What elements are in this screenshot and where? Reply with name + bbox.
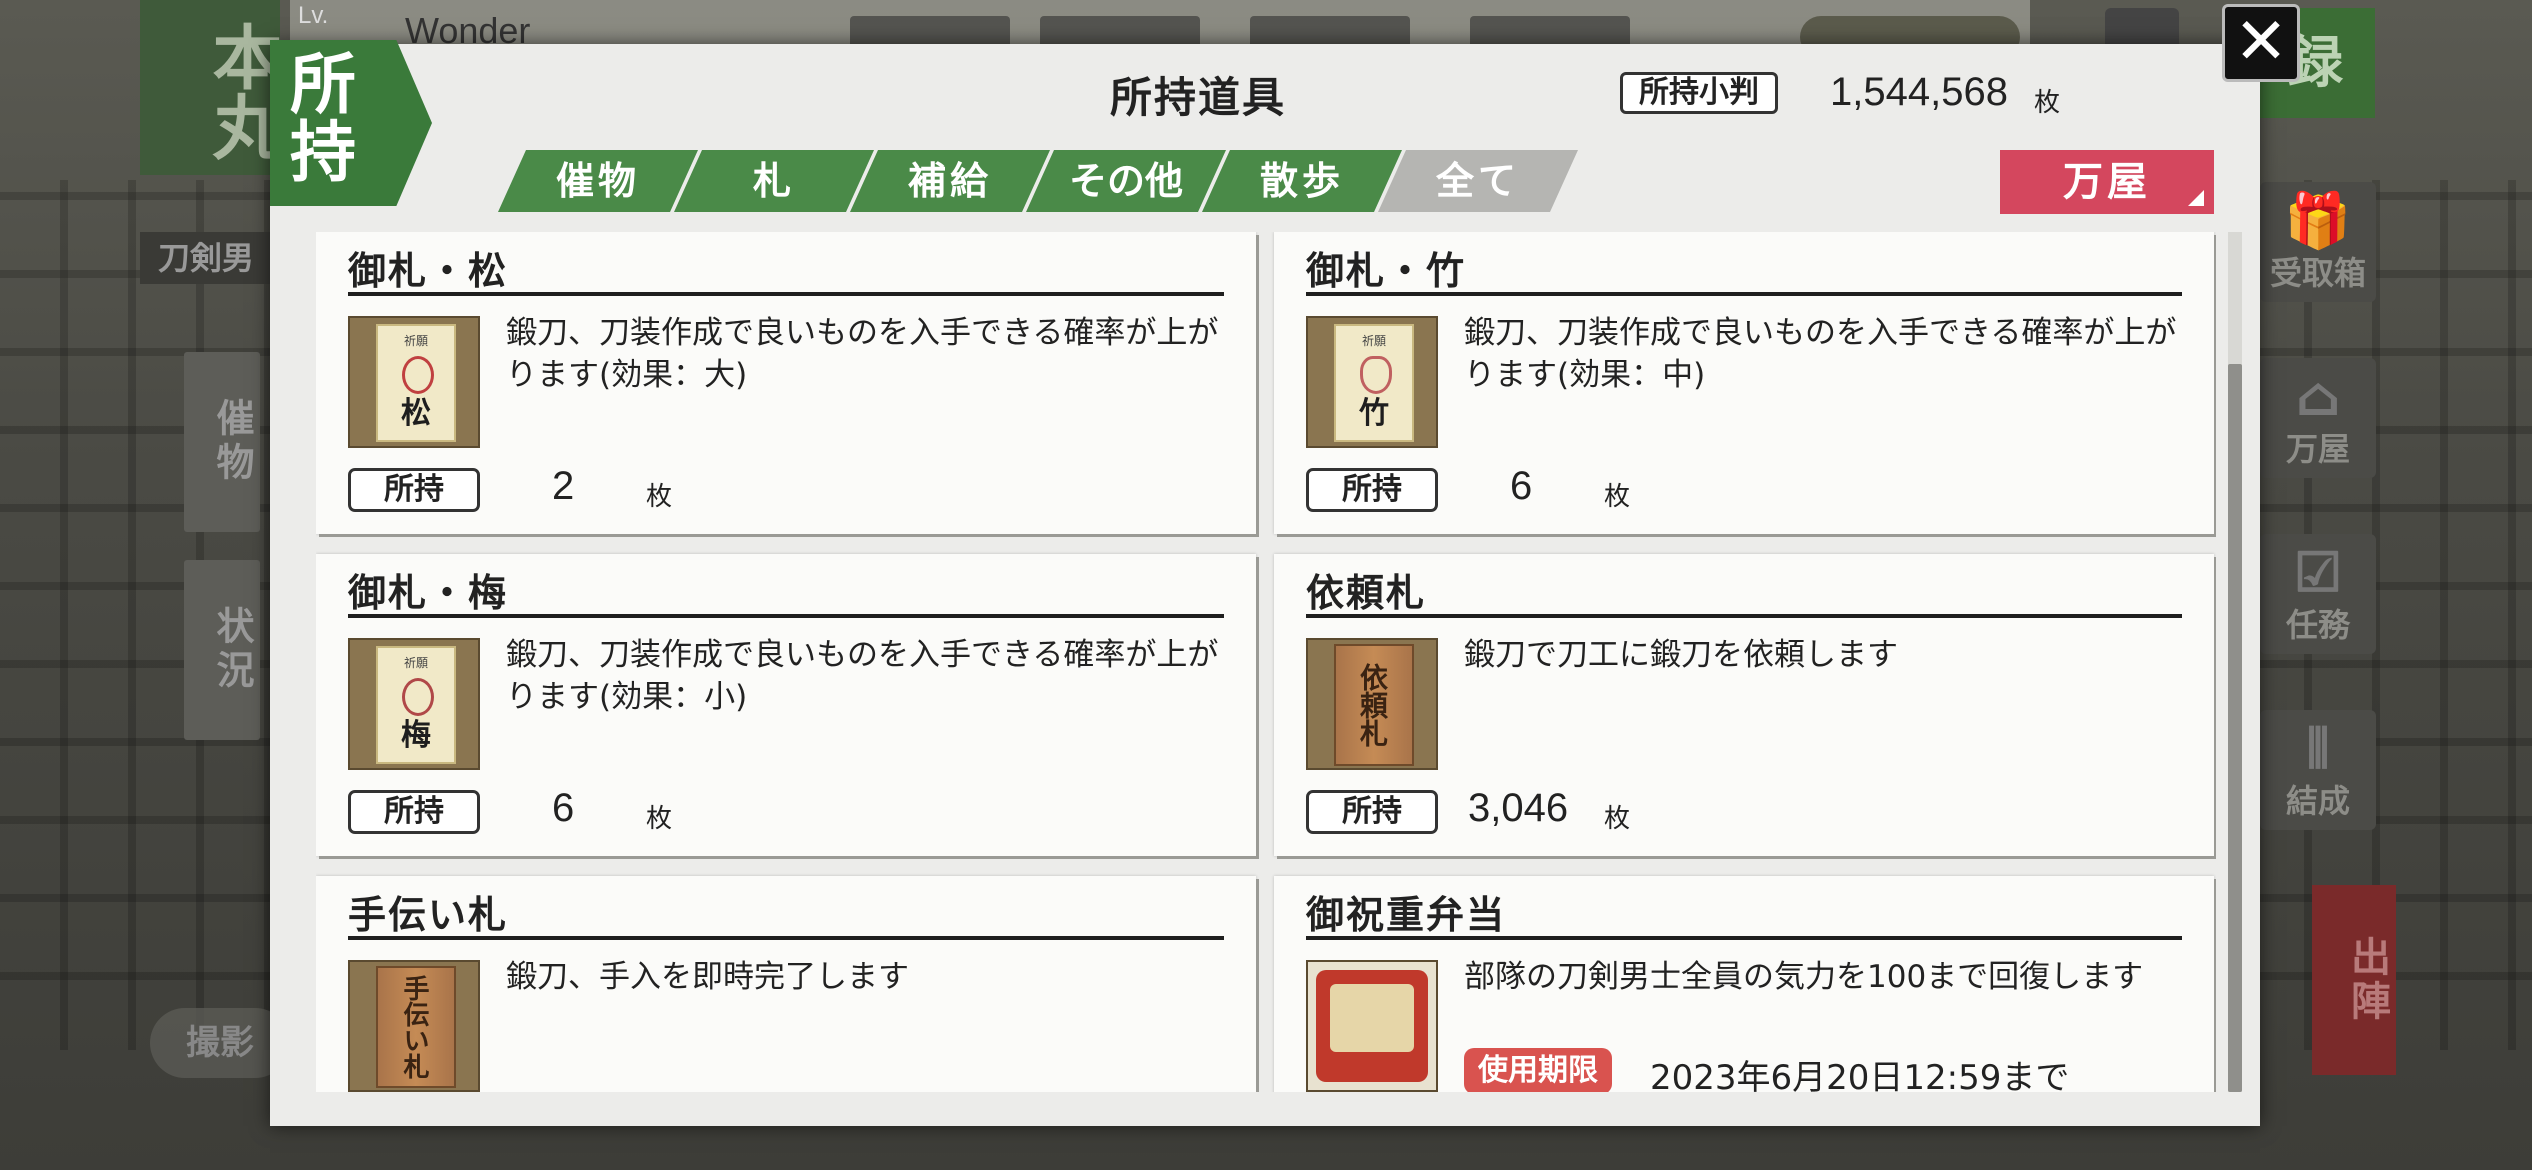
- item-thumbnail: 祈願 竹: [1306, 316, 1438, 448]
- item-description: 鍛刀、手入を即時完了します: [506, 959, 909, 995]
- bento-image: [1316, 970, 1428, 1082]
- divider: [1306, 292, 2182, 296]
- item-thumbnail: 手伝い札: [348, 960, 480, 1092]
- item-grid[interactable]: 御札・松 祈願 松 鍛刀、刀装作成で良いものを入手できる確率が上がります(効果：…: [316, 232, 2216, 1092]
- shop-icon: ⌂: [2295, 364, 2341, 428]
- side-button-inbox[interactable]: 🎁 受取箱: [2260, 182, 2376, 302]
- item-name: 御祝重弁当: [1306, 892, 1507, 937]
- side-button-missions[interactable]: ☑ 任務: [2260, 534, 2376, 654]
- item-description: 鍛刀、刀装作成で良いものを入手できる確率が上がります(効果：小): [506, 637, 1219, 715]
- honmaru-label: 本丸: [140, 0, 284, 175]
- side-button-label: 結成: [2285, 782, 2350, 820]
- tab-other[interactable]: その他: [1026, 150, 1226, 212]
- ofuda-image: 祈願 梅: [376, 646, 456, 764]
- tab-fuda[interactable]: 札: [674, 150, 874, 212]
- side-button-shop[interactable]: ⌂ 万屋: [2260, 358, 2376, 478]
- owned-count: 2: [552, 464, 575, 508]
- modal-badge-text: 所持: [290, 45, 356, 191]
- ofuda-top-text: 祈願: [403, 334, 428, 348]
- owned-count: 6: [552, 786, 575, 830]
- owned-count: 6: [1510, 464, 1533, 508]
- item-description: 鍛刀で刀工に鍛刀を依頼します: [1464, 637, 1898, 673]
- tab-all[interactable]: 全て: [1378, 150, 1578, 212]
- shop-button[interactable]: 万屋: [2000, 150, 2214, 214]
- close-icon[interactable]: ✕: [2222, 4, 2300, 82]
- ofuda-char: 松: [401, 396, 431, 431]
- divider: [348, 614, 1224, 618]
- owned-label: 所持: [1306, 468, 1438, 512]
- ofuda-char: 竹: [1359, 396, 1389, 431]
- modal-bottom-edge: [270, 1092, 2260, 1126]
- side-button-status[interactable]: 状況: [184, 560, 260, 740]
- level-label: Lv.: [298, 2, 329, 29]
- owned-unit: 枚: [646, 482, 673, 512]
- sortie-button[interactable]: 出陣: [2312, 885, 2396, 1075]
- ofuda-image: 祈願 竹: [1334, 324, 1414, 442]
- koban-value: 1,544,568: [1830, 70, 2008, 114]
- side-button-label: 万屋: [2285, 430, 2350, 468]
- side-button-label: 受取箱: [2269, 254, 2366, 292]
- item-name: 御札・松: [348, 248, 509, 293]
- divider: [348, 936, 1224, 940]
- side-button-events[interactable]: 催物: [184, 352, 260, 532]
- touken-danshi-tab[interactable]: 刀剣男: [140, 232, 272, 284]
- item-card[interactable]: 依頼札 依頼札 鍛刀で刀工に鍛刀を依頼します 所持 3,046 枚: [1274, 554, 2214, 856]
- ofuda-top-text: 祈願: [403, 656, 428, 670]
- item-card[interactable]: 御札・松 祈願 松 鍛刀、刀装作成で良いものを入手できる確率が上がります(効果：…: [316, 232, 1256, 534]
- item-card[interactable]: 御札・竹 祈願 竹 鍛刀、刀装作成で良いものを入手できる確率が上がります(効果：…: [1274, 232, 2214, 534]
- item-card[interactable]: 手伝い札 手伝い札 鍛刀、手入を即時完了します: [316, 876, 1256, 1092]
- item-name: 手伝い札: [348, 892, 509, 937]
- divider: [1306, 936, 2182, 940]
- photo-button[interactable]: 撮影: [150, 1008, 290, 1078]
- owned-label: 所持: [348, 468, 480, 512]
- item-description: 鍛刀、刀装作成で良いものを入手できる確率が上がります(効果：中): [1464, 315, 2177, 393]
- modal-title: 所持道具: [1110, 73, 1287, 122]
- scrollbar-thumb[interactable]: [2228, 364, 2242, 1092]
- tab-supply[interactable]: 補給: [850, 150, 1050, 212]
- expiry-badge: 使用期限: [1464, 1048, 1612, 1092]
- corner-triangle-icon: [2188, 190, 2204, 206]
- item-thumbnail: 依頼札: [1306, 638, 1438, 770]
- tab-events[interactable]: 催物: [498, 150, 698, 212]
- item-card[interactable]: 御札・梅 祈願 梅 鍛刀、刀装作成で良いものを入手できる確率が上がります(効果：…: [316, 554, 1256, 856]
- item-description: 部隊の刀剣男士全員の気力を100まで回復します: [1464, 959, 2144, 995]
- item-card[interactable]: 御祝重弁当 部隊の刀剣男士全員の気力を100まで回復します 使用期限 2023年…: [1274, 876, 2214, 1092]
- item-thumbnail: [1306, 960, 1438, 1092]
- owned-unit: 枚: [1604, 482, 1631, 512]
- ofuda-char: 梅: [401, 718, 431, 753]
- owned-count: 3,046: [1468, 786, 1569, 830]
- shop-button-label: 万屋: [2063, 158, 2151, 205]
- divider: [348, 292, 1224, 296]
- expiry-date: 2023年6月20日12:59まで: [1650, 1058, 2070, 1092]
- side-button-label: 任務: [2285, 606, 2350, 644]
- owned-unit: 枚: [646, 804, 673, 834]
- item-name: 御札・竹: [1306, 248, 1467, 293]
- tab-walk[interactable]: 散歩: [1202, 150, 1402, 212]
- item-name: 依頼札: [1306, 570, 1427, 615]
- item-thumbnail: 祈願 梅: [348, 638, 480, 770]
- koban-label: 所持小判: [1620, 72, 1778, 114]
- divider: [1306, 614, 2182, 618]
- ofuda-image: 祈願 松: [376, 324, 456, 442]
- item-thumbnail: 祈願 松: [348, 316, 480, 448]
- owned-label: 所持: [348, 790, 480, 834]
- formation-icon: ⦀: [2306, 716, 2330, 780]
- ofuda-top-text: 祈願: [1361, 334, 1386, 348]
- side-button-formation[interactable]: ⦀ 結成: [2260, 710, 2376, 830]
- item-name: 御札・梅: [348, 570, 509, 615]
- owned-unit: 枚: [1604, 804, 1631, 834]
- item-description: 鍛刀、刀装作成で良いものを入手できる確率が上がります(効果：大): [506, 315, 1219, 393]
- checklist-icon: ☑: [2293, 540, 2343, 604]
- owned-label: 所持: [1306, 790, 1438, 834]
- irai-fuda-image: 依頼札: [1334, 644, 1414, 766]
- tetsudai-fuda-image: 手伝い札: [376, 966, 456, 1088]
- koban-unit: 枚: [2034, 88, 2061, 118]
- gift-icon: 🎁: [2284, 188, 2352, 252]
